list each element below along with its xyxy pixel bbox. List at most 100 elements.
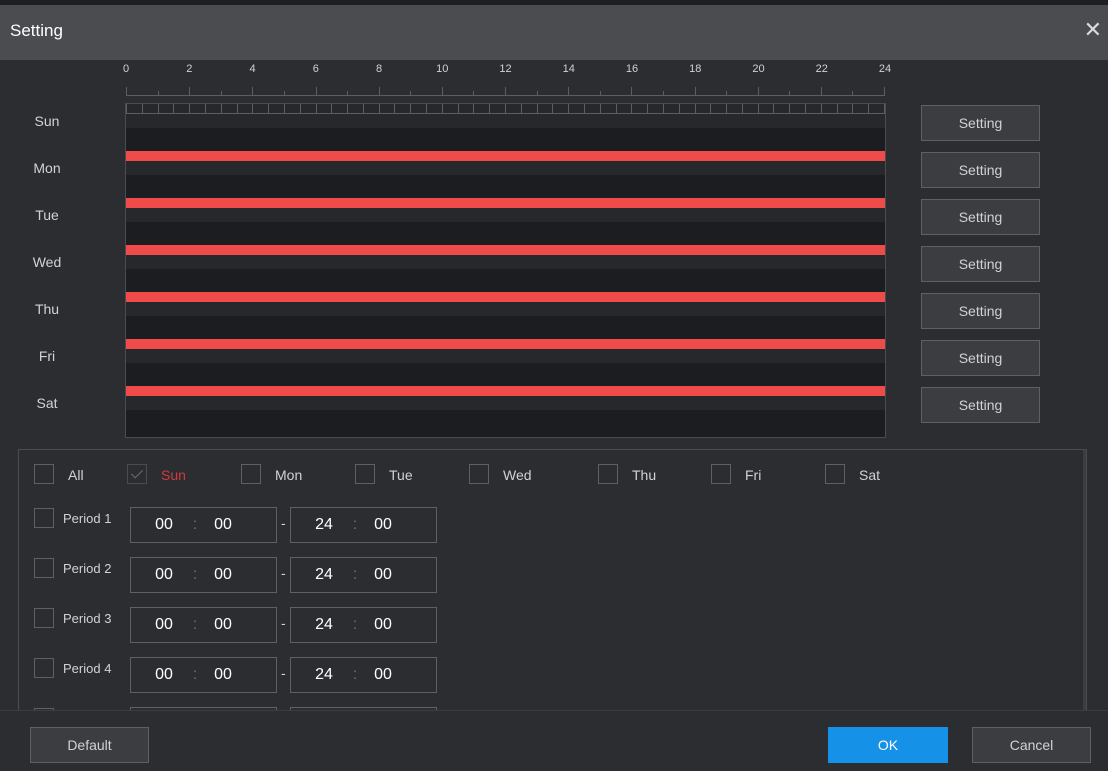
hour-field[interactable]: 24 [291,516,347,534]
time-separator: : [352,516,358,533]
hour-field[interactable]: 00 [131,666,187,684]
minute-field[interactable]: 00 [363,666,403,684]
ruler-hour-label: 8 [375,63,383,75]
ruler-hour-label: 4 [249,63,256,75]
half-hour-tick [426,104,428,114]
schedule-bar-tue[interactable] [126,198,885,208]
half-hour-tick [773,104,775,114]
panel-scrollbar[interactable] [1083,450,1086,710]
day-checkbox-wed[interactable] [469,464,489,484]
setting-button-wed[interactable]: Setting [921,246,1040,282]
ruler-tick [726,91,728,95]
day-checkbox-tue[interactable] [355,464,375,484]
ruler-tick [347,91,349,95]
schedule-bar-wed[interactable] [126,245,885,255]
minute-field[interactable]: 00 [203,666,243,684]
half-hour-tick [789,104,791,114]
period-label: Period 3 [63,611,112,626]
close-icon[interactable]: ✕ [1084,19,1102,41]
ruler-hour-label: 6 [312,63,319,75]
half-hour-tick [126,104,127,114]
schedule-bar-sat[interactable] [126,386,885,396]
minute-field[interactable]: 00 [203,516,243,534]
hour-field[interactable]: 24 [291,616,347,634]
range-separator: - [281,665,286,681]
cancel-button[interactable]: Cancel [972,727,1091,763]
time-separator: : [192,666,198,683]
ok-button[interactable]: OK [828,727,948,763]
half-hour-tick [173,104,175,114]
ruler-hour-label: 20 [752,63,765,75]
ruler-axis [126,95,885,96]
period-checkbox[interactable] [34,508,54,528]
schedule-row-mon[interactable] [126,151,885,198]
ruler-tick [599,91,601,95]
schedule-row-fri[interactable] [126,339,885,386]
schedule-timeline[interactable] [125,103,886,438]
default-button[interactable]: Default [30,727,149,763]
half-hour-tick [394,104,396,114]
hour-field[interactable]: 24 [291,666,347,684]
schedule-row-sat[interactable] [126,386,885,433]
footer-divider [0,710,1108,711]
minute-field[interactable]: 00 [203,566,243,584]
half-hour-tick [362,104,364,114]
day-checkbox-mon[interactable] [241,464,261,484]
schedule-row-wed[interactable] [126,245,885,292]
minute-field[interactable]: 00 [203,616,243,634]
day-checkbox-thu[interactable] [598,464,618,484]
day-label-sat: Sat [36,395,58,411]
ruler-tick [694,87,696,95]
setting-button-sat[interactable]: Setting [921,387,1040,423]
period-checkbox[interactable] [34,658,54,678]
half-hour-tick [852,104,854,114]
ruler-tick [157,91,159,95]
schedule-bar-mon[interactable] [126,151,885,161]
minute-field[interactable]: 00 [363,516,403,534]
period-start-time[interactable]: 00:00 [130,507,277,543]
schedule-row-sun[interactable] [126,104,885,151]
hour-field[interactable]: 00 [131,566,187,584]
period-checkbox[interactable] [34,608,54,628]
day-checkbox-label: Fri [745,467,762,483]
period-start-time[interactable]: 00:00 [130,657,277,693]
hour-field[interactable]: 24 [291,566,347,584]
half-hour-tick [315,104,317,114]
schedule-bar-thu[interactable] [126,292,885,302]
setting-button-sun[interactable]: Setting [921,105,1040,141]
period-end-time[interactable]: 24:00 [290,557,437,593]
range-separator: - [281,615,286,631]
period-checkbox[interactable] [34,558,54,578]
schedule-bar-fri[interactable] [126,339,885,349]
minute-field[interactable]: 00 [363,616,403,634]
half-hour-tick [457,104,459,114]
half-hour-tick [520,104,522,114]
period-end-time[interactable]: 24:00 [290,657,437,693]
period-start-time[interactable]: 00:00 [130,607,277,643]
setting-button-fri[interactable]: Setting [921,340,1040,376]
schedule-row-thu[interactable] [126,292,885,339]
period-start-time[interactable]: 00:00 [130,557,277,593]
half-hour-tick [299,104,301,114]
half-hour-tick [268,104,270,114]
schedule-row-tue[interactable] [126,198,885,245]
period-end-time[interactable]: 24:00 [290,507,437,543]
day-checkbox-sat[interactable] [825,464,845,484]
setting-button-mon[interactable]: Setting [921,152,1040,188]
period-end-time[interactable]: 24:00 [290,607,437,643]
day-checkbox-all[interactable] [34,464,54,484]
setting-button-thu[interactable]: Setting [921,293,1040,329]
minute-field[interactable]: 00 [363,566,403,584]
half-hour-tick [615,104,617,114]
day-label-tue: Tue [35,207,59,223]
day-checkbox-label: All [68,467,84,483]
day-checkbox-sun[interactable] [127,464,147,484]
hour-field[interactable]: 00 [131,616,187,634]
half-hour-tick [710,104,712,114]
setting-button-tue[interactable]: Setting [921,199,1040,235]
hour-field[interactable]: 00 [131,516,187,534]
half-hour-tick [489,104,491,114]
ruler-tick [505,87,506,95]
day-checkbox-fri[interactable] [711,464,731,484]
half-hour-tick [820,104,822,114]
